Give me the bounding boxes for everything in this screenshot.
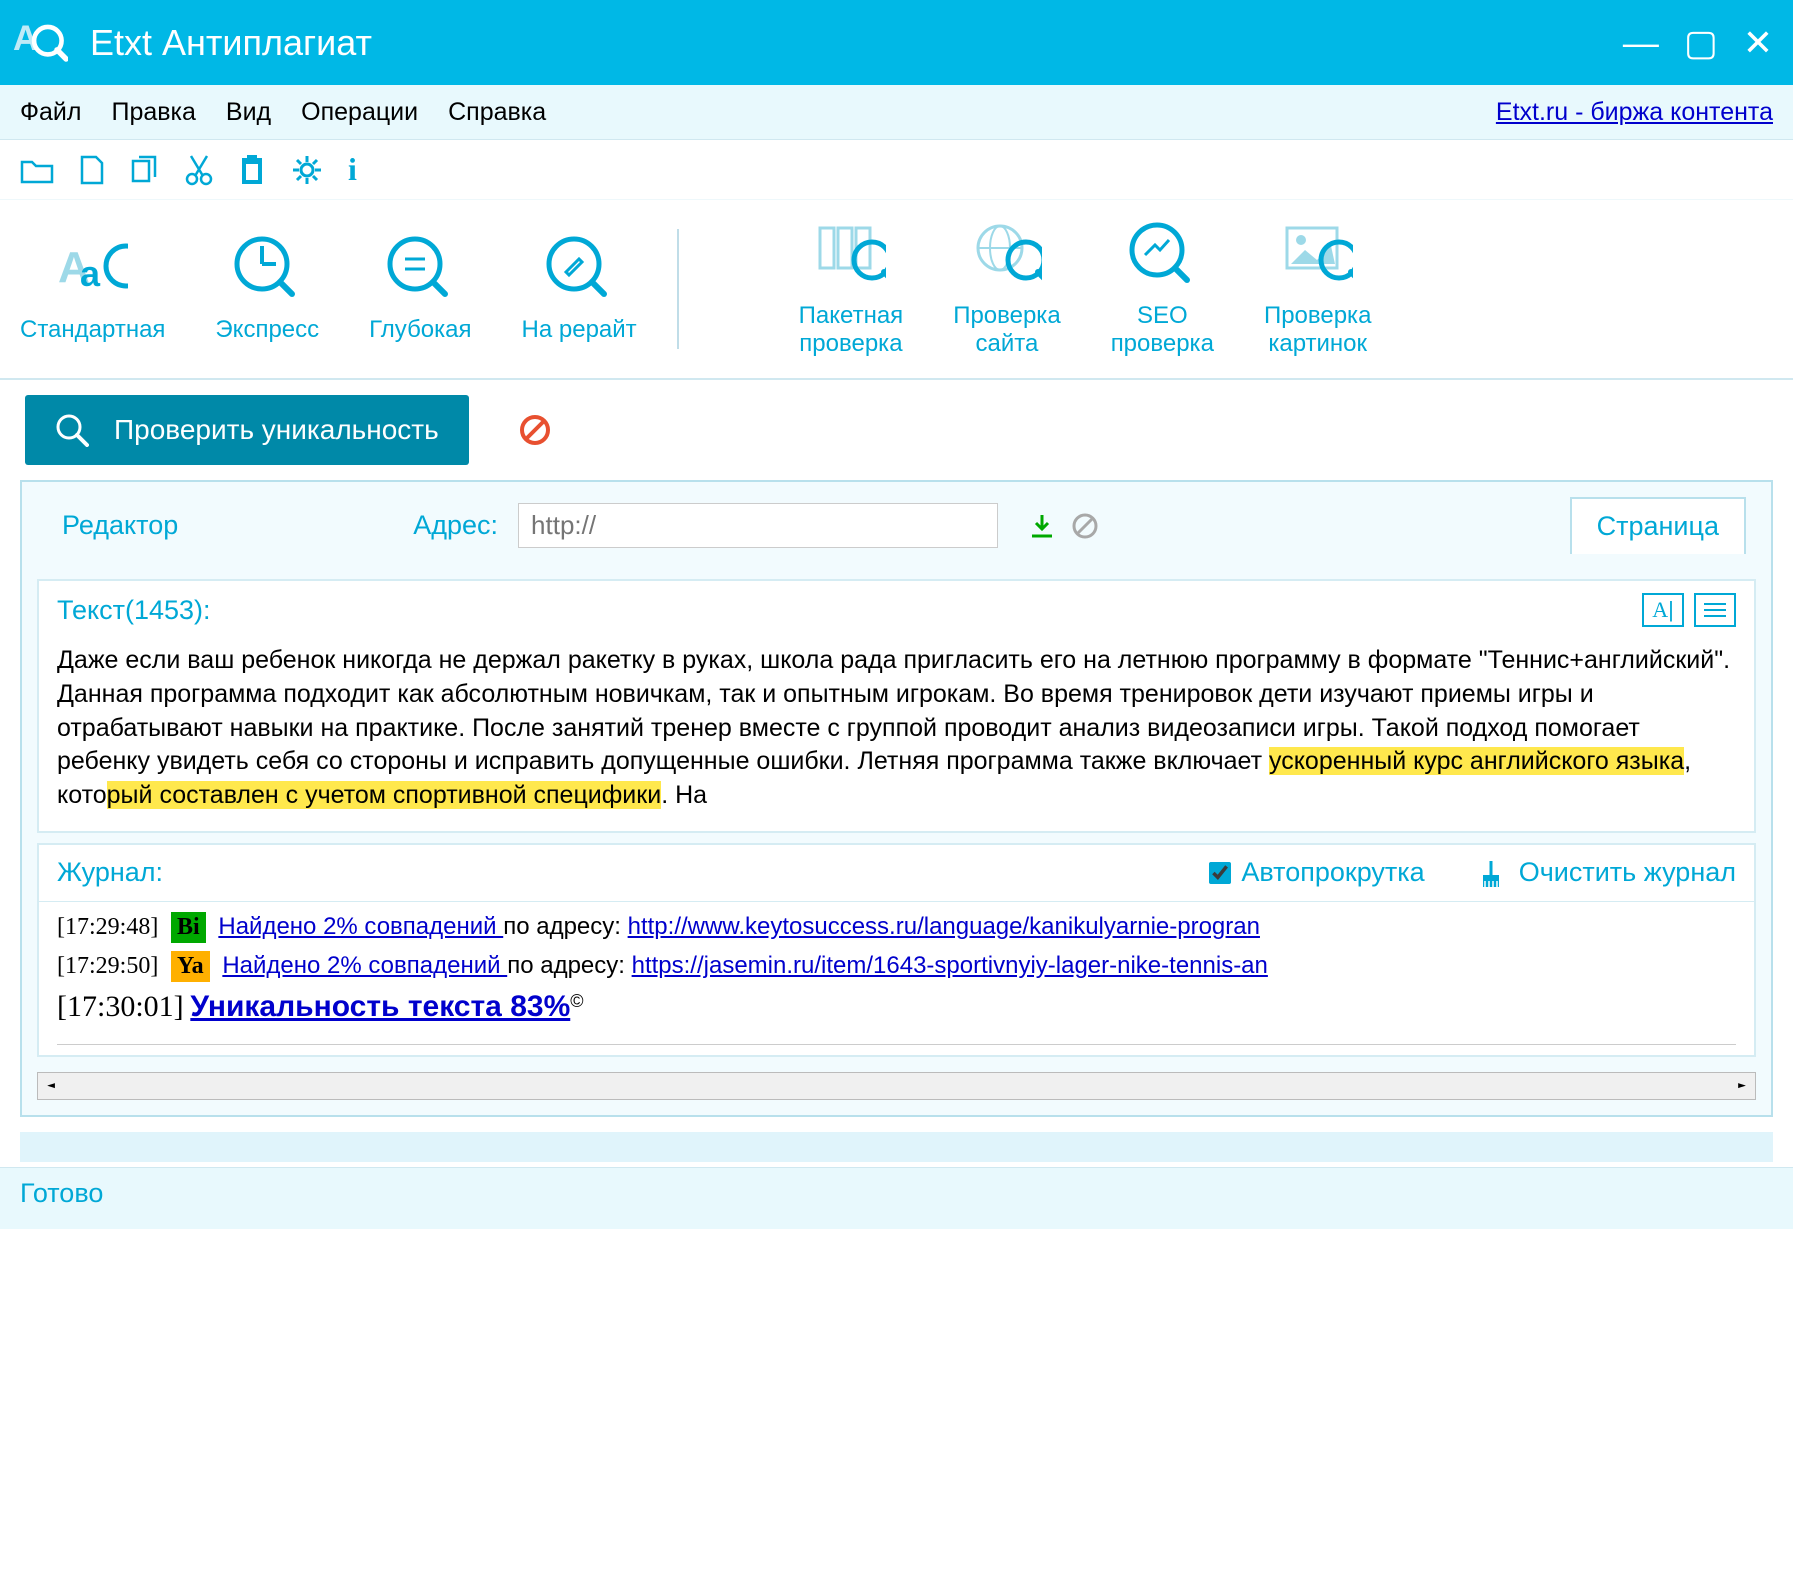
menu-edit[interactable]: Правка [111,98,195,127]
progress-bar [20,1132,1773,1162]
text-cursor-view-icon[interactable]: A| [1642,593,1684,627]
deep-check-button[interactable]: Глубокая [369,234,471,344]
clear-log-button[interactable]: Очистить журнал [1475,857,1736,889]
text-section: Текст(1453): A| Даже если ваш ребенок ни… [37,579,1756,833]
download-icon[interactable] [1028,512,1056,540]
menu-bar: Файл Правка Вид Операции Справка Etxt.ru… [0,85,1793,140]
cut-icon[interactable] [185,154,213,186]
minimize-icon[interactable]: — [1623,22,1659,64]
tab-page[interactable]: Страница [1570,497,1746,554]
log-match-link[interactable]: Найдено 2% совпадений [222,952,507,979]
image-check-button[interactable]: Проверкакартинок [1264,220,1372,358]
new-file-icon[interactable] [79,155,105,185]
gear-icon[interactable] [291,154,323,186]
log-result-row: [17:30:01] Уникальность текста 83%© [57,990,1736,1024]
text-count-label: Текст(1453): [57,595,211,626]
info-icon[interactable]: i [348,151,357,188]
paste-icon[interactable] [238,154,266,186]
address-input[interactable] [518,503,998,548]
log-url-link[interactable]: http://www.keytosuccess.ru/language/kani… [628,913,1260,940]
yandex-badge: Ya [171,951,210,982]
address-label: Адрес: [413,510,498,541]
batch-check-button[interactable]: Пакетнаяпроверка [799,220,904,358]
text-body[interactable]: Даже если ваш ребенок никогда не держал … [39,639,1754,831]
svg-text:a: a [80,253,101,294]
action-row: Проверить уникальность [0,380,1793,480]
autoscroll-checkbox[interactable]: Автопрокрутка [1209,857,1424,888]
log-section: Журнал: Автопрокрутка Очистить журнал [1… [37,843,1756,1057]
seo-check-button[interactable]: SEOпроверка [1111,220,1214,358]
express-check-button[interactable]: Экспресс [215,234,319,344]
uniqueness-result: Уникальность текста 83% [190,990,570,1023]
log-row: [17:29:48] Bi Найдено 2% совпадений по а… [57,912,1736,943]
scroll-right-icon[interactable]: ► [1729,1078,1755,1093]
block-icon[interactable] [1071,512,1099,540]
scroll-left-icon[interactable]: ◄ [38,1078,64,1093]
cancel-icon[interactable] [519,414,551,446]
brush-icon [1475,857,1507,889]
log-body: [17:29:48] Bi Найдено 2% совпадений по а… [39,902,1754,1055]
list-view-icon[interactable] [1694,593,1736,627]
horizontal-scrollbar[interactable]: ◄ ► [37,1072,1756,1100]
tab-editor[interactable]: Редактор [47,502,193,549]
site-check-button[interactable]: Проверкасайта [953,220,1061,358]
editor-panel: Редактор Адрес: Страница Текст(1453): A|… [20,480,1773,1117]
bing-badge: Bi [171,912,206,943]
title-bar: A Etxt Антиплагиат — ▢ ✕ [0,0,1793,85]
small-toolbar: i [0,140,1793,200]
menu-view[interactable]: Вид [226,98,271,127]
big-toolbar: Aa Стандартная Экспресс Глубокая На рера… [0,200,1793,380]
log-row: [17:29:50] Ya Найдено 2% совпадений по а… [57,951,1736,982]
rewrite-check-button[interactable]: На рерайт [522,234,637,344]
maximize-icon[interactable]: ▢ [1684,22,1718,64]
app-logo-icon: A [10,13,70,73]
menu-help[interactable]: Справка [448,98,546,127]
open-folder-icon[interactable] [20,156,54,184]
status-bar: Готово [0,1167,1793,1229]
toolbar-separator [677,229,679,349]
log-match-link[interactable]: Найдено 2% совпадений [218,913,503,940]
copy-icon[interactable] [130,155,160,185]
check-uniqueness-button[interactable]: Проверить уникальность [25,395,469,465]
standard-check-button[interactable]: Aa Стандартная [20,234,165,344]
log-url-link[interactable]: https://jasemin.ru/item/1643-sportivnyiy… [632,952,1268,979]
menu-file[interactable]: Файл [20,98,81,127]
menu-operations[interactable]: Операции [301,98,418,127]
app-title: Etxt Антиплагиат [90,22,1623,64]
close-icon[interactable]: ✕ [1743,22,1773,64]
log-label: Журнал: [57,857,163,888]
etxt-link[interactable]: Etxt.ru - биржа контента [1496,98,1773,127]
